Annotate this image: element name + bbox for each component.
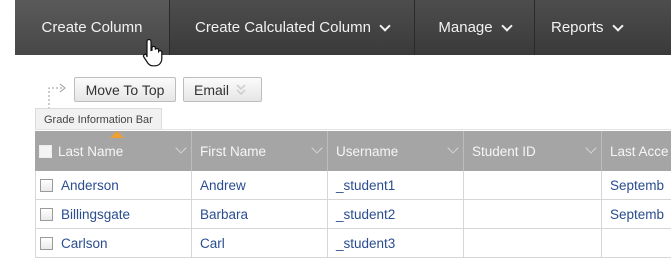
cell-last-access[interactable]: Septemb	[602, 200, 671, 228]
column-header-label: Last Acce	[610, 143, 669, 159]
table-row: Billingsgate Barbara _student2 Septemb	[35, 200, 671, 229]
cell-last-name[interactable]: Carlson	[35, 229, 192, 257]
column-header-last-access[interactable]: Last Acce	[602, 131, 671, 171]
manage-label: Manage	[438, 19, 493, 36]
chevron-down-icon[interactable]	[585, 142, 597, 154]
move-to-top-label: Move To Top	[85, 81, 165, 98]
move-to-top-arrow-icon	[48, 83, 66, 109]
cell-text: Billingsgate	[61, 206, 131, 222]
cell-text: Andrew	[200, 177, 246, 193]
chevron-down-icon	[611, 19, 624, 32]
grid-header: Last Name First Name Username Student ID…	[35, 131, 671, 171]
cell-text: Septemb	[610, 177, 665, 193]
row-checkbox[interactable]	[40, 207, 53, 221]
row-checkbox[interactable]	[40, 178, 53, 192]
column-header-label: Student ID	[472, 143, 536, 159]
cell-text: _student1	[336, 177, 396, 193]
column-header-username[interactable]: Username	[328, 131, 464, 171]
cell-text: _student3	[336, 235, 396, 251]
move-to-top-button[interactable]: Move To Top	[74, 77, 176, 102]
grade-information-bar-label: Grade Information Bar	[44, 113, 153, 126]
cell-text: _student2	[336, 206, 396, 222]
cell-student-id[interactable]	[464, 171, 602, 199]
action-bar: Create Column Create Calculated Column M…	[15, 0, 671, 55]
cell-last-name[interactable]: Billingsgate	[35, 200, 192, 228]
chevron-down-icon[interactable]	[175, 142, 187, 154]
grade-center-grid: Last Name First Name Username Student ID…	[35, 131, 671, 258]
cell-text: Carl	[200, 235, 225, 251]
email-button[interactable]: Email	[183, 77, 262, 102]
cell-last-access[interactable]	[602, 229, 671, 257]
reports-label: Reports	[551, 19, 604, 36]
cell-username[interactable]: _student1	[328, 171, 464, 199]
cell-student-id[interactable]	[464, 200, 602, 228]
reports-menu-button[interactable]: Reports	[535, 0, 642, 55]
cell-student-id[interactable]	[464, 229, 602, 257]
cell-last-name[interactable]: Anderson	[35, 171, 192, 199]
select-all-checkbox[interactable]	[39, 144, 52, 158]
row-checkbox[interactable]	[40, 236, 53, 250]
cell-text: Anderson	[61, 177, 119, 193]
chevron-down-icon[interactable]	[447, 142, 459, 154]
hand-cursor-icon	[142, 38, 163, 67]
column-header-label: Username	[336, 143, 399, 159]
table-row: Anderson Andrew _student1 Septemb	[35, 171, 671, 200]
double-chevron-down-icon	[236, 83, 246, 95]
chevron-down-icon	[500, 19, 513, 32]
cell-first-name[interactable]: Andrew	[192, 171, 328, 199]
table-row: Carlson Carl _student3	[35, 229, 671, 258]
cell-last-access[interactable]: Septemb	[602, 171, 671, 199]
cell-first-name[interactable]: Carl	[192, 229, 328, 257]
create-column-label: Create Column	[41, 19, 143, 36]
cell-text: Carlson	[61, 235, 108, 251]
cell-username[interactable]: _student3	[328, 229, 464, 257]
cell-username[interactable]: _student2	[328, 200, 464, 228]
column-header-first-name[interactable]: First Name	[192, 131, 328, 171]
column-header-label: First Name	[200, 143, 267, 159]
divider	[35, 129, 671, 130]
create-calculated-column-button[interactable]: Create Calculated Column	[170, 0, 415, 55]
column-header-label: Last Name	[58, 143, 124, 159]
cell-text: Barbara	[200, 206, 249, 222]
cell-first-name[interactable]: Barbara	[192, 200, 328, 228]
grade-information-bar[interactable]: Grade Information Bar	[35, 108, 162, 130]
cell-text: Septemb	[610, 206, 665, 222]
chevron-down-icon	[379, 19, 391, 32]
column-header-last-name[interactable]: Last Name	[35, 131, 192, 171]
manage-menu-button[interactable]: Manage	[415, 0, 535, 55]
email-label: Email	[194, 81, 230, 98]
create-calculated-column-label: Create Calculated Column	[195, 19, 371, 36]
column-header-student-id[interactable]: Student ID	[464, 131, 602, 171]
chevron-down-icon[interactable]	[311, 142, 323, 154]
